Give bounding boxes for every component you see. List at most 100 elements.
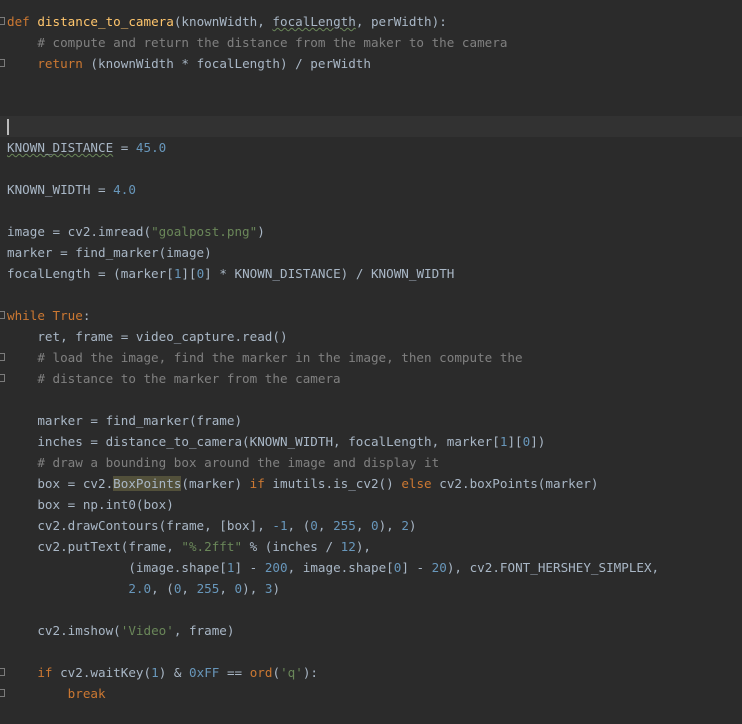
- code-token: cv2.waitKey(: [60, 665, 152, 680]
- code-line[interactable]: [0, 704, 742, 724]
- code-line[interactable]: [0, 641, 742, 662]
- code-token: cv2.boxPoints(marker): [439, 476, 599, 491]
- code-line[interactable]: return (knownWidth * focalLength) / perW…: [0, 53, 742, 74]
- code-line[interactable]: image = cv2.imread("goalpost.png"): [0, 221, 742, 242]
- code-token: ) &: [158, 665, 190, 680]
- code-line[interactable]: [0, 74, 742, 95]
- code-text: return (knownWidth * focalLength) / perW…: [7, 53, 371, 74]
- code-text: # compute and return the distance from t…: [7, 32, 507, 53]
- code-token: ): [408, 518, 417, 533]
- code-token: # compute and return the distance from t…: [7, 35, 508, 50]
- code-token: 'q': [280, 665, 303, 680]
- code-line[interactable]: if cv2.waitKey(1) & 0xFF == ord('q'):: [0, 662, 742, 683]
- code-token: ): [257, 224, 265, 239]
- code-token: ),: [242, 581, 265, 596]
- code-token: 'Video': [120, 623, 174, 638]
- code-token: # load the image, find the marker in the…: [7, 350, 523, 365]
- code-line[interactable]: # compute and return the distance from t…: [0, 32, 742, 53]
- code-line[interactable]: [0, 389, 742, 410]
- code-token: , (: [287, 518, 311, 533]
- code-line[interactable]: [0, 200, 742, 221]
- fold-marker-icon[interactable]: [0, 353, 5, 361]
- code-token: 200: [264, 560, 288, 575]
- code-line[interactable]: marker = find_marker(frame): [0, 410, 742, 431]
- code-token: # distance to the marker from the camera: [7, 371, 341, 386]
- code-text: ret, frame = video_capture.read(): [7, 326, 287, 347]
- code-token: % (inches /: [242, 539, 341, 554]
- code-token: , frame): [173, 623, 235, 638]
- code-token: ==: [219, 665, 250, 680]
- code-text: cv2.drawContours(frame, [box], -1, (0, 2…: [7, 515, 417, 536]
- code-line[interactable]: inches = distance_to_camera(KNOWN_WIDTH,…: [0, 431, 742, 452]
- code-token: ]): [530, 434, 546, 449]
- code-text: inches = distance_to_camera(KNOWN_WIDTH,…: [7, 431, 545, 452]
- code-text: if cv2.waitKey(1) & 0xFF == ord('q'):: [7, 662, 318, 683]
- code-token: "goalpost.png": [151, 224, 258, 239]
- code-text: image = cv2.imread("goalpost.png"): [7, 221, 265, 242]
- code-token: ): [272, 581, 281, 596]
- code-line[interactable]: [0, 158, 742, 179]
- code-token: 0: [370, 518, 379, 533]
- code-text: # draw a bounding box around the image a…: [7, 452, 439, 473]
- code-line[interactable]: ret, frame = video_capture.read(): [0, 326, 742, 347]
- code-line[interactable]: break: [0, 683, 742, 704]
- code-text: focalLength = (marker[1][0] * KNOWN_DIST…: [7, 263, 454, 284]
- code-text: cv2.putText(frame, "%.2fft" % (inches / …: [7, 536, 371, 557]
- code-line[interactable]: [0, 284, 742, 305]
- code-line[interactable]: # draw a bounding box around the image a…: [0, 452, 742, 473]
- code-token: cv2.drawContours(frame, [box],: [7, 518, 273, 533]
- fold-marker-icon[interactable]: [0, 311, 5, 319]
- code-line[interactable]: cv2.drawContours(frame, [box], -1, (0, 2…: [0, 515, 742, 536]
- code-line[interactable]: while True:: [0, 305, 742, 326]
- code-token: ,: [355, 518, 371, 533]
- code-token: 2.0: [128, 581, 152, 596]
- code-line[interactable]: (image.shape[1] - 200, image.shape[0] - …: [0, 557, 742, 578]
- code-text: break: [7, 683, 106, 704]
- code-token: 0: [310, 518, 318, 533]
- code-token: box = cv2.: [7, 476, 114, 491]
- code-line[interactable]: [0, 599, 742, 620]
- code-token: KNOWN_WIDTH =: [7, 182, 114, 197]
- code-line[interactable]: # load the image, find the marker in the…: [0, 347, 742, 368]
- code-token: ),: [378, 518, 402, 533]
- fold-marker-icon[interactable]: [0, 59, 5, 67]
- code-token: 2: [401, 518, 409, 533]
- code-line[interactable]: KNOWN_WIDTH = 4.0: [0, 179, 742, 200]
- code-line[interactable]: marker = find_marker(image): [0, 242, 742, 263]
- code-token: break: [67, 686, 106, 701]
- code-text: # distance to the marker from the camera: [7, 368, 341, 389]
- code-editor[interactable]: def distance_to_camera(knownWidth, focal…: [0, 0, 742, 724]
- code-token: 4.0: [113, 182, 136, 197]
- code-line[interactable]: def distance_to_camera(knownWidth, focal…: [0, 11, 742, 32]
- current-line[interactable]: [0, 116, 742, 137]
- code-token: ), cv2.FONT_HERSHEY_SIMPLEX,: [446, 560, 660, 575]
- code-token: ord: [249, 665, 273, 680]
- code-line[interactable]: box = np.int0(box): [0, 494, 742, 515]
- code-token: distance_to_camera: [37, 14, 174, 29]
- code-token: focalLength = (marker[: [7, 266, 174, 281]
- code-text: KNOWN_DISTANCE = 45.0: [7, 137, 166, 158]
- code-token: 0xFF: [189, 665, 220, 680]
- code-line[interactable]: focalLength = (marker[1][0] * KNOWN_DIST…: [0, 263, 742, 284]
- code-line[interactable]: # distance to the marker from the camera: [0, 368, 742, 389]
- code-line[interactable]: cv2.putText(frame, "%.2fft" % (inches / …: [0, 536, 742, 557]
- code-line[interactable]: [0, 95, 742, 116]
- code-token: marker = find_marker(image): [7, 245, 212, 260]
- code-line[interactable]: 2.0, (0, 255, 0), 3): [0, 578, 742, 599]
- code-line[interactable]: cv2.imshow('Video', frame): [0, 620, 742, 641]
- code-token: BoxPoints: [113, 476, 182, 491]
- text-caret: [7, 119, 9, 135]
- code-token: -1: [272, 518, 288, 533]
- fold-marker-icon[interactable]: [0, 689, 5, 697]
- fold-marker-icon[interactable]: [0, 17, 5, 25]
- code-token: , image.shape[: [287, 560, 394, 575]
- code-line[interactable]: KNOWN_DISTANCE = 45.0: [0, 137, 742, 158]
- code-token: ,: [181, 581, 197, 596]
- code-line[interactable]: box = cv2.BoxPoints(marker) if imutils.i…: [0, 473, 742, 494]
- fold-marker-icon[interactable]: [0, 374, 5, 382]
- fold-marker-icon[interactable]: [0, 668, 5, 676]
- code-token: 255: [333, 518, 356, 533]
- code-text: # load the image, find the marker in the…: [7, 347, 523, 368]
